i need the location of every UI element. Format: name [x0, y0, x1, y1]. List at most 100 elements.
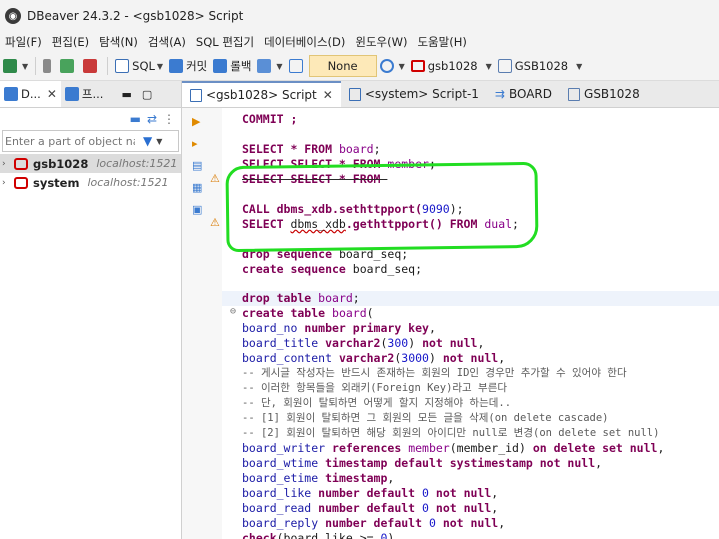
main-toolbar: ▼ SQL ▼ 커밋 롤백 ▼ None ▼ gsb1028 ▼ GSB1028 ▼: [0, 52, 719, 81]
code-line: board_title varchar2(300) not null,: [242, 336, 484, 351]
menu-database[interactable]: 데이터베이스(D): [259, 34, 350, 50]
transaction-mode-select[interactable]: None: [308, 55, 377, 77]
chevron-right-icon[interactable]: ›: [2, 178, 12, 188]
tab-label: GSB1028: [584, 87, 640, 101]
table-icon: ⇉: [494, 87, 505, 101]
sql-editor[interactable]: COMMIT ; SELECT * FROM board; SELECT SEL…: [222, 108, 719, 539]
active-schema-select[interactable]: GSB1028 ▼: [495, 55, 586, 77]
code-token: number default: [318, 486, 423, 500]
connection-name: gsb1028: [33, 156, 89, 171]
tab-projects[interactable]: 프...: [61, 86, 108, 102]
toolbar-divider: [107, 57, 109, 75]
object-filter-input[interactable]: [3, 133, 137, 149]
code-line: drop table board;: [242, 291, 360, 306]
close-icon[interactable]: ✕: [47, 87, 57, 101]
code-token: create sequence: [242, 262, 353, 276]
menu-navigate[interactable]: 탐색(N): [94, 34, 143, 50]
code-token: );: [449, 202, 464, 216]
transaction-mode-button[interactable]: ▼: [254, 55, 285, 77]
fold-collapse-icon[interactable]: ⊖: [230, 306, 236, 317]
connect-button[interactable]: [40, 55, 57, 77]
reconnect-button[interactable]: [57, 55, 80, 77]
close-icon[interactable]: ✕: [323, 88, 333, 102]
output-panel-icon[interactable]: ▣: [192, 203, 202, 216]
code-comment: -- 단, 회원이 탈퇴하면 어떻게 할지 지정해야 하는데..: [242, 397, 512, 409]
maximize-icon[interactable]: ▢: [142, 88, 152, 101]
code-token: SELECT SELECT * FROM: [242, 172, 388, 186]
tab-projects-label: 프...: [81, 87, 104, 101]
history-button[interactable]: ▼: [377, 55, 408, 77]
collapse-all-icon[interactable]: ▬: [130, 112, 141, 126]
code-token: board_no: [242, 321, 305, 335]
tab-gsb1028-script[interactable]: <gsb1028> Script ✕: [182, 81, 341, 107]
chevron-right-icon[interactable]: ›: [2, 159, 12, 169]
code-token: COMMIT ;: [242, 112, 298, 126]
tab-database-navigator[interactable]: D... ✕: [0, 81, 61, 107]
code-token: (: [366, 306, 374, 320]
lock-button[interactable]: [286, 55, 309, 77]
chevron-down-icon: ▼: [485, 61, 492, 71]
sql-script-icon: [190, 88, 202, 102]
connection-host: localhost:1521: [87, 176, 169, 189]
sql-editor-button[interactable]: SQL ▼: [112, 55, 166, 77]
execute-script-icon[interactable]: ▸: [192, 137, 198, 150]
object-filter: ▼ ▼: [2, 130, 179, 152]
tree-connection-system[interactable]: › system localhost:1521: [0, 173, 181, 192]
code-token: member: [408, 441, 450, 455]
filter-icon[interactable]: ▼: [143, 134, 152, 148]
new-connection-button[interactable]: ▼: [0, 55, 31, 77]
code-token: not null: [442, 351, 499, 365]
oracle-icon: [410, 60, 425, 72]
execute-statement-icon[interactable]: ▶: [192, 115, 200, 128]
code-token: drop sequence: [242, 247, 339, 261]
tab-system-script[interactable]: <system> Script-1: [341, 81, 487, 107]
code-token: ,: [491, 501, 499, 515]
code-token: references: [332, 441, 409, 455]
link-editor-icon[interactable]: ⇄: [147, 112, 157, 126]
disconnect-button[interactable]: [80, 55, 103, 77]
chevron-down-icon: ▼: [276, 61, 283, 71]
toolbar-divider: [35, 57, 37, 75]
window-title: DBeaver 24.3.2 - <gsb1028> Script: [27, 9, 244, 23]
active-datasource-select[interactable]: gsb1028 ▼: [408, 55, 495, 77]
tab-board[interactable]: ⇉ BOARD: [487, 81, 560, 107]
tab-label: <gsb1028> Script: [206, 88, 317, 102]
code-line: SELECT dbms_xdb.gethttpport() FROM dual;: [242, 217, 519, 232]
code-token: ,: [595, 456, 603, 470]
menu-sql-editor[interactable]: SQL 편집기: [191, 34, 259, 50]
menu-window[interactable]: 윈도우(W): [350, 34, 412, 50]
code-line: board_etime timestamp,: [242, 471, 394, 486]
code-line: COMMIT ;: [242, 112, 297, 127]
editor-tabs: <gsb1028> Script ✕ <system> Script-1 ⇉ B…: [182, 81, 719, 108]
load-plan-icon[interactable]: ▦: [192, 181, 202, 194]
chevron-down-icon[interactable]: ▼: [156, 137, 162, 146]
view-menu-icon[interactable]: ⋮: [163, 112, 175, 126]
rollback-button[interactable]: 롤백: [210, 55, 254, 77]
code-token: board_seq;: [352, 262, 423, 276]
explain-plan-icon[interactable]: ▤: [192, 159, 202, 172]
code-token: 3000: [401, 351, 429, 365]
code-line: board_writer references member(member_id…: [242, 441, 664, 456]
minimize-icon[interactable]: ▬: [121, 88, 131, 101]
code-token: ,: [498, 351, 506, 365]
tab-gsb1028-schema[interactable]: GSB1028: [560, 81, 648, 107]
commit-button[interactable]: 커밋: [166, 55, 210, 77]
code-token: number default: [318, 501, 423, 515]
menu-file[interactable]: 파일(F): [0, 34, 47, 50]
rollback-icon: [213, 59, 228, 73]
code-token: ;: [512, 217, 519, 231]
menu-search[interactable]: 검색(A): [143, 34, 191, 50]
code-token: ,: [498, 516, 506, 530]
sql-script-icon: [348, 87, 361, 101]
code-line: SELECT SELECT * FROM member;: [242, 157, 436, 172]
menu-help[interactable]: 도움말(H): [412, 34, 471, 50]
code-token: board: [318, 291, 353, 305]
code-token: timestamp default systimestamp not null: [325, 456, 596, 470]
code-token: ;: [352, 291, 360, 305]
code-token: (board_like >=: [276, 531, 381, 539]
code-line: SELECT SELECT * FROM: [242, 172, 431, 187]
code-token: board_title: [242, 336, 326, 350]
title-bar: ◉ DBeaver 24.3.2 - <gsb1028> Script: [0, 0, 719, 32]
menu-edit[interactable]: 편집(E): [47, 34, 94, 50]
tree-connection-gsb1028[interactable]: › gsb1028 localhost:1521: [0, 154, 181, 173]
